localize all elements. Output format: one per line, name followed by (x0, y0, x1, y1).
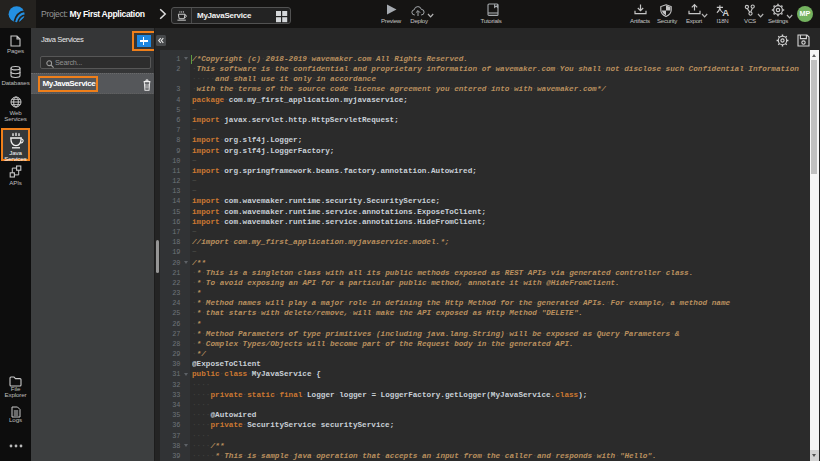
svg-text:A: A (722, 6, 729, 17)
